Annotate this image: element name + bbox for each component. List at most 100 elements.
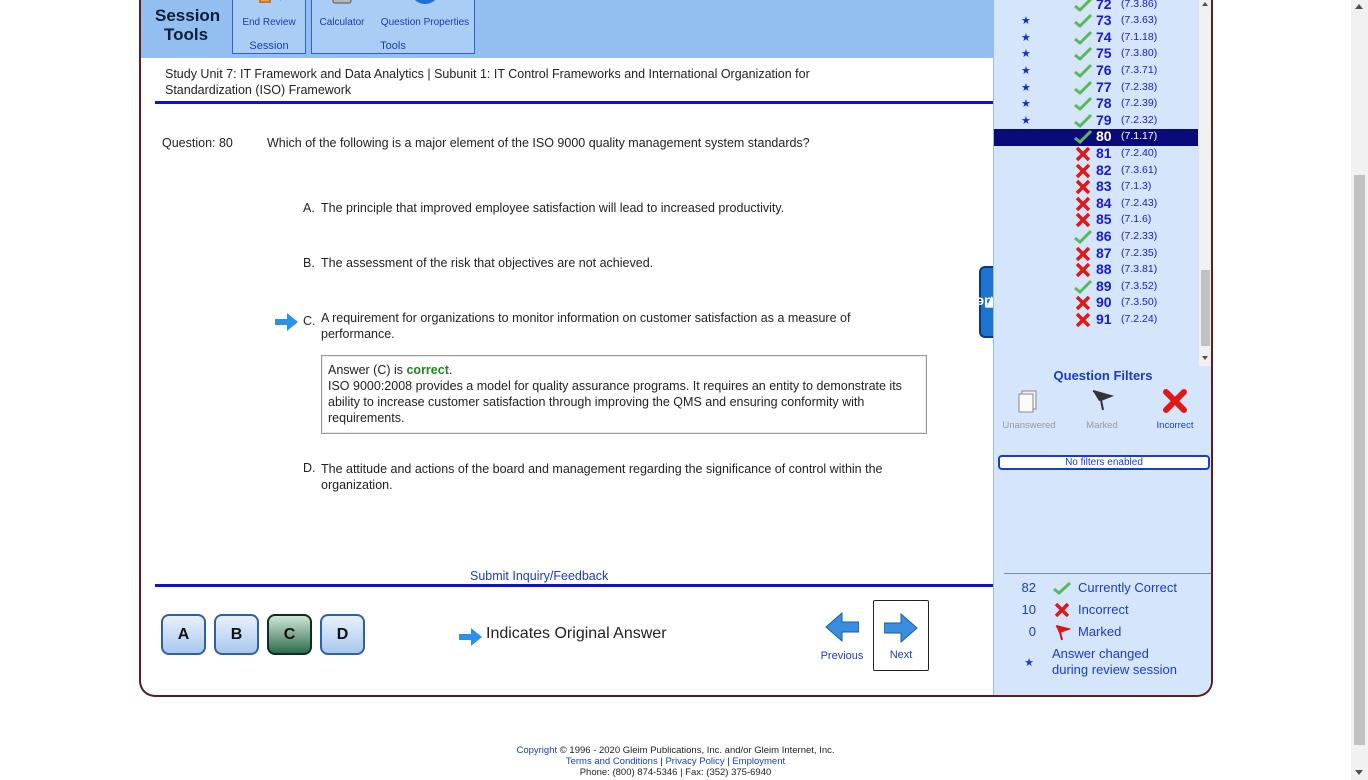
info-icon: i [414, 0, 436, 4]
end-review-button[interactable]: End Review [233, 0, 305, 28]
answer-c-button[interactable]: C [267, 614, 312, 655]
question-navigator-panel: 71(7.3.58)72(7.3.86)★73(7.3.63)★74(7.1.1… [993, 0, 1211, 695]
submit-feedback-link[interactable]: Submit Inquiry/Feedback [470, 569, 608, 583]
filter-status: No filters enabled [998, 455, 1210, 470]
stat-correct: 82 Currently Correct [1021, 580, 1177, 595]
page-footer: Copyright © 1996 - 2020 Gleim Publicatio… [0, 745, 1351, 778]
arrow-right-icon [883, 612, 918, 644]
check-icon [1074, 113, 1092, 128]
session-group: End Review Session [232, 0, 306, 54]
employment-link[interactable]: Employment [732, 756, 785, 767]
question-number: Question: 80 [162, 136, 233, 150]
check-icon [1074, 0, 1092, 12]
question-list-item[interactable]: 80 (7.1.17) [994, 128, 1198, 147]
tools-group-caption: Tools [380, 40, 406, 52]
correct-verdict: correct [406, 363, 449, 377]
filter-incorrect[interactable]: Incorrect [1140, 388, 1210, 431]
x-mark-icon [1075, 312, 1091, 328]
session-group-caption: Session [249, 40, 289, 52]
question-list-item[interactable]: 83 (7.1.3) [994, 178, 1198, 196]
filter-marked[interactable]: Marked [1067, 388, 1137, 431]
question-list-item[interactable]: 87 (7.2.35) [994, 245, 1198, 263]
question-list-item[interactable]: ★ 78 (7.2.39) [994, 95, 1198, 113]
door-exit-icon [259, 0, 281, 3]
copyright-link[interactable]: Copyright [516, 745, 557, 756]
question-properties-button[interactable]: i Question Properties [376, 0, 474, 28]
x-mark-icon [1075, 163, 1091, 178]
question-list-item[interactable]: 85 (7.1.6) [994, 211, 1198, 229]
header-divider [155, 101, 993, 104]
page-scroll-thumb[interactable] [1354, 175, 1365, 745]
copyright-line: Copyright © 1996 - 2020 Gleim Publicatio… [516, 745, 835, 756]
privacy-link[interactable]: Privacy Policy [665, 756, 724, 767]
check-icon [1074, 47, 1092, 62]
x-mark-icon [1075, 296, 1091, 311]
question-list-item[interactable]: 84 (7.2.43) [994, 195, 1198, 213]
breadcrumb: Study Unit 7: IT Framework and Data Anal… [165, 67, 810, 97]
check-icon [1074, 63, 1092, 79]
check-icon [1074, 30, 1092, 45]
stat-incorrect: 10 Incorrect [1021, 602, 1129, 617]
scroll-up-icon[interactable] [1202, 2, 1208, 6]
scroll-down-icon[interactable] [1202, 356, 1208, 360]
question-list-scrollbar[interactable] [1199, 0, 1211, 366]
star-icon: ★ [1021, 114, 1031, 127]
x-mark-icon [1075, 246, 1091, 261]
review-session-frame: Session Tools End Review Session Calcula… [139, 0, 1213, 697]
star-icon: ★ [1021, 48, 1031, 61]
original-answer-arrow-icon [275, 313, 298, 331]
answer-a-button[interactable]: A [161, 614, 206, 655]
question-list-item[interactable]: ★ 76 (7.3.71) [994, 62, 1198, 80]
question-list-item[interactable]: ★ 79 (7.2.32) [994, 112, 1198, 130]
x-mark-icon [1075, 146, 1091, 162]
star-icon: ★ [1021, 65, 1031, 77]
question-list-item[interactable]: 90 (7.3.50) [994, 294, 1198, 312]
question-list-item[interactable]: ★ 73 (7.3.63) [994, 12, 1198, 30]
question-list-scroll-thumb[interactable] [1201, 270, 1210, 346]
check-icon [1074, 97, 1092, 112]
question-text: Which of the following is a major elemen… [267, 136, 810, 150]
question-filters-title: Question Filters [1053, 368, 1153, 383]
star-icon: ★ [1021, 15, 1031, 28]
page-scroll-down-icon[interactable] [1355, 770, 1363, 775]
x-mark-icon [1075, 262, 1091, 278]
stat-marked: 0 Marked [1028, 624, 1122, 641]
question-list-item[interactable]: 86 (7.2.33) [994, 228, 1198, 246]
session-toolbar: Session Tools End Review Session Calcula… [141, 0, 993, 58]
check-icon [1074, 80, 1092, 95]
x-mark-icon [1163, 389, 1187, 413]
stat-answer-changed: ★ Answer changed during review session [1004, 646, 1211, 682]
footer-links: Terms and Conditions | Privacy Policy | … [565, 756, 786, 767]
tools-group: Calculator i Question Properties Tools [311, 0, 475, 54]
answer-explanation: Answer (C) is correct. ISO 9000:2008 pro… [321, 355, 927, 434]
check-icon [1074, 14, 1092, 29]
check-icon [1074, 279, 1092, 294]
star-icon: ★ [1021, 31, 1031, 44]
answer-d-button[interactable]: D [320, 614, 365, 655]
calculator-button[interactable]: Calculator [314, 0, 370, 28]
previous-button[interactable]: Previous [814, 600, 870, 671]
question-list-item[interactable]: 91 (7.2.24) [994, 311, 1198, 329]
question-list-item[interactable]: 89 (7.3.52) [994, 278, 1198, 296]
question-list-item[interactable]: 82 (7.3.61) [994, 162, 1198, 180]
legend-text: Indicates Original Answer [486, 625, 667, 642]
check-icon [1074, 229, 1092, 245]
filter-unanswered[interactable]: Unanswered [994, 388, 1064, 431]
question-list-item[interactable]: 81 (7.2.40) [994, 145, 1198, 163]
next-button[interactable]: Next [873, 600, 929, 671]
page-scrollbar[interactable] [1351, 0, 1368, 780]
question-list-item[interactable]: ★ 74 (7.1.18) [994, 29, 1198, 47]
contact-line: Phone: (800) 874-5346 | Fax: (352) 375-6… [579, 767, 772, 778]
x-mark-icon [1075, 179, 1091, 195]
star-icon: ★ [1021, 98, 1031, 111]
terms-link[interactable]: Terms and Conditions [566, 756, 658, 767]
question-list-item[interactable]: 88 (7.3.81) [994, 261, 1198, 279]
star-icon: ★ [1024, 657, 1034, 669]
page-scroll-up-icon[interactable] [1355, 4, 1363, 9]
red-flag-icon [1055, 625, 1071, 641]
question-list-item[interactable]: ★ 75 (7.3.80) [994, 45, 1198, 63]
legend-arrow-icon [459, 628, 482, 646]
session-tools-label: Session Tools [155, 6, 221, 44]
answer-b-button[interactable]: B [214, 614, 259, 655]
question-list-item[interactable]: ★ 77 (7.2.38) [994, 79, 1198, 97]
